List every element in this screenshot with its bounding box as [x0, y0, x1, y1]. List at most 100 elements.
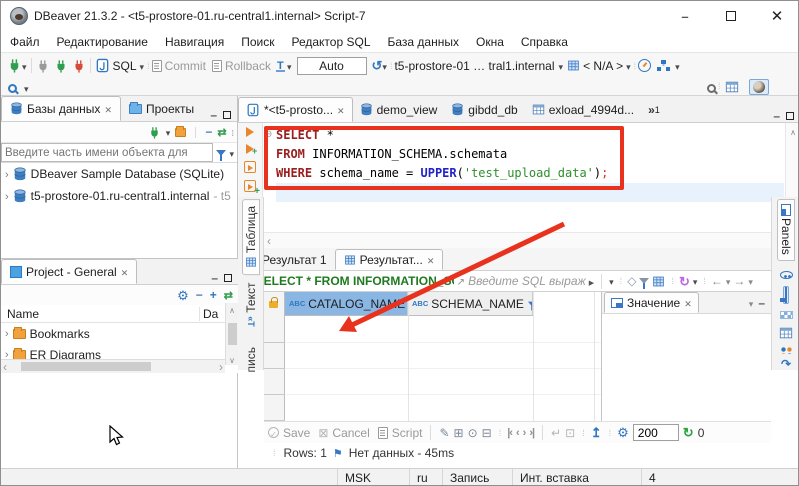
duplicate-row-icon[interactable] [468, 427, 478, 439]
fetch-settings-icon[interactable] [617, 426, 629, 439]
collapse-all-icon[interactable] [205, 126, 212, 138]
tab-overflow-button[interactable]: 1 [641, 97, 667, 122]
tab-value[interactable]: Значение [604, 292, 699, 313]
minimize-panel-icon[interactable] [211, 272, 218, 284]
rotate-panel-icon[interactable] [781, 358, 791, 370]
tree-item-t5-connection[interactable]: t5-prostore-01.ru-central1.internal - t5 [1, 185, 237, 207]
open-perspective-icon[interactable] [725, 80, 739, 94]
tab-exload[interactable]: exload_4994d... [525, 97, 641, 122]
tab-gibdd-db[interactable]: gibdd_db [444, 97, 524, 122]
maximize-panel-icon[interactable] [223, 111, 231, 119]
value-view-toggle[interactable] [783, 286, 789, 305]
next-row-icon[interactable]: › [523, 427, 527, 439]
expand-filter-icon[interactable] [457, 275, 465, 288]
tab-result-2[interactable]: Результат... [334, 249, 444, 270]
dashboard-icon[interactable] [638, 59, 652, 72]
edit-cell-icon[interactable] [439, 427, 449, 439]
new-connection-small-icon[interactable] [148, 126, 161, 139]
connect-icon[interactable] [36, 59, 50, 73]
add-row-icon[interactable] [454, 427, 464, 439]
result-query-text[interactable]: SELECT * FROM INFORMATION_SCH [256, 274, 454, 288]
link-with-editor-icon[interactable] [224, 289, 233, 302]
delete-row-icon[interactable] [482, 427, 492, 439]
code-line[interactable] [276, 183, 784, 202]
tab-close-icon[interactable] [684, 297, 692, 309]
tab-record-partial[interactable]: пись [243, 341, 259, 378]
column-date-header[interactable]: Da [199, 306, 225, 321]
connection-selector[interactable]: t5-prostore-01 … tral1.internal [394, 59, 554, 73]
grid-settings-icon[interactable] [652, 275, 665, 288]
dbeaver-perspective-button[interactable] [749, 79, 769, 95]
new-connection-small-caret-icon[interactable] [166, 126, 171, 138]
project-horizontal-scrollbar[interactable] [1, 359, 225, 373]
clear-filter-icon[interactable] [627, 275, 636, 287]
last-row-icon[interactable]: ›| [529, 427, 535, 439]
collapse-all-icon[interactable] [196, 289, 203, 301]
database-selector[interactable]: < N/A > [583, 59, 623, 73]
sql-editor-caret-icon[interactable] [140, 60, 145, 72]
record-mode-icon[interactable] [779, 346, 793, 354]
tab-panels[interactable]: Panels [777, 199, 795, 261]
scroll-up-icon[interactable] [229, 303, 235, 315]
tab-text-presentation[interactable]: «T Текст [243, 277, 259, 333]
connection-caret-icon[interactable] [559, 60, 564, 72]
disconnect-icon[interactable] [72, 59, 86, 73]
editor-horizontal-scrollbar[interactable] [263, 232, 785, 248]
code-line[interactable]: WHERE schema_name = UPPER('test_upload_d… [276, 164, 784, 183]
goto-row-icon[interactable] [551, 427, 561, 439]
sql-code[interactable]: SELECT * FROM INFORMATION_SCHEMA.schemata… [276, 126, 784, 202]
scroll-left-icon[interactable] [267, 235, 271, 247]
tab-demo-view[interactable]: demo_view [353, 97, 445, 122]
refresh-caret-icon[interactable] [693, 275, 698, 287]
execute-script-new-icon[interactable] [244, 180, 260, 197]
link-with-editor-icon[interactable] [217, 126, 226, 139]
filter-expression-placeholder[interactable]: Введите SQL выраж [468, 274, 586, 288]
project-item-bookmarks[interactable]: Bookmarks [1, 323, 238, 344]
scroll-thumb[interactable] [21, 362, 151, 371]
expand-all-icon[interactable] [210, 289, 217, 301]
expander-icon[interactable] [5, 168, 9, 181]
new-connection-icon[interactable] [7, 58, 22, 73]
scroll-down-icon[interactable] [229, 353, 235, 365]
minimize-panel-icon[interactable] [758, 297, 765, 309]
menu-help[interactable]: Справка [521, 35, 568, 49]
view-menu-caret-icon[interactable] [749, 297, 754, 309]
column-name-header[interactable]: Name [1, 307, 199, 321]
previous-caret-icon[interactable] [726, 275, 731, 287]
maximize-panel-icon[interactable] [224, 274, 232, 282]
reconnect-icon[interactable] [54, 59, 68, 73]
previous-row-icon[interactable]: ‹ [516, 427, 520, 439]
tasks-icon[interactable] [657, 60, 670, 71]
tree-item-sample-database[interactable]: DBeaver Sample Database (SQLite) [1, 163, 237, 185]
project-vertical-scrollbar[interactable] [225, 303, 238, 365]
scroll-right-icon[interactable] [219, 361, 223, 373]
minimize-panel-icon[interactable] [773, 110, 780, 122]
menu-navigate[interactable]: Навигация [165, 35, 224, 49]
first-row-icon[interactable]: |‹ [507, 427, 513, 439]
tab-close-icon[interactable] [337, 104, 345, 116]
menu-database[interactable]: База данных [388, 35, 459, 49]
transaction-mode-icon[interactable] [275, 60, 287, 72]
fetch-size-input[interactable] [632, 424, 679, 441]
grid-plus-panel-icon[interactable] [779, 326, 793, 340]
tab-close-icon[interactable] [104, 103, 112, 115]
refresh-result-icon[interactable] [679, 275, 690, 288]
new-connection-caret-icon[interactable] [22, 60, 27, 72]
object-filter-input[interactable] [1, 143, 214, 162]
code-line[interactable]: FROM INFORMATION_SCHEMA.schemata [276, 145, 784, 164]
close-button[interactable]: ✕ [754, 1, 798, 31]
tab-grid-presentation[interactable]: Таблица [241, 199, 260, 276]
result-grid[interactable]: ABC CATALOG_NAME ABC SCHEMA_NAME [264, 292, 601, 421]
quick-access-icon[interactable] [707, 84, 717, 93]
transaction-log-caret-icon[interactable] [382, 60, 387, 72]
menu-search[interactable]: Поиск [241, 35, 274, 49]
sql-editor-label[interactable]: SQL [113, 59, 137, 73]
minimize-panel-icon[interactable] [210, 109, 217, 121]
execute-new-tab-icon[interactable] [246, 144, 257, 156]
scroll-left-icon[interactable] [3, 361, 7, 373]
tab-projects[interactable]: Проекты [121, 96, 202, 121]
next-caret-icon[interactable] [748, 275, 753, 287]
menu-file[interactable]: Файл [10, 35, 40, 49]
new-folder-icon[interactable] [175, 125, 187, 137]
filter-history-caret-icon[interactable] [609, 275, 614, 287]
